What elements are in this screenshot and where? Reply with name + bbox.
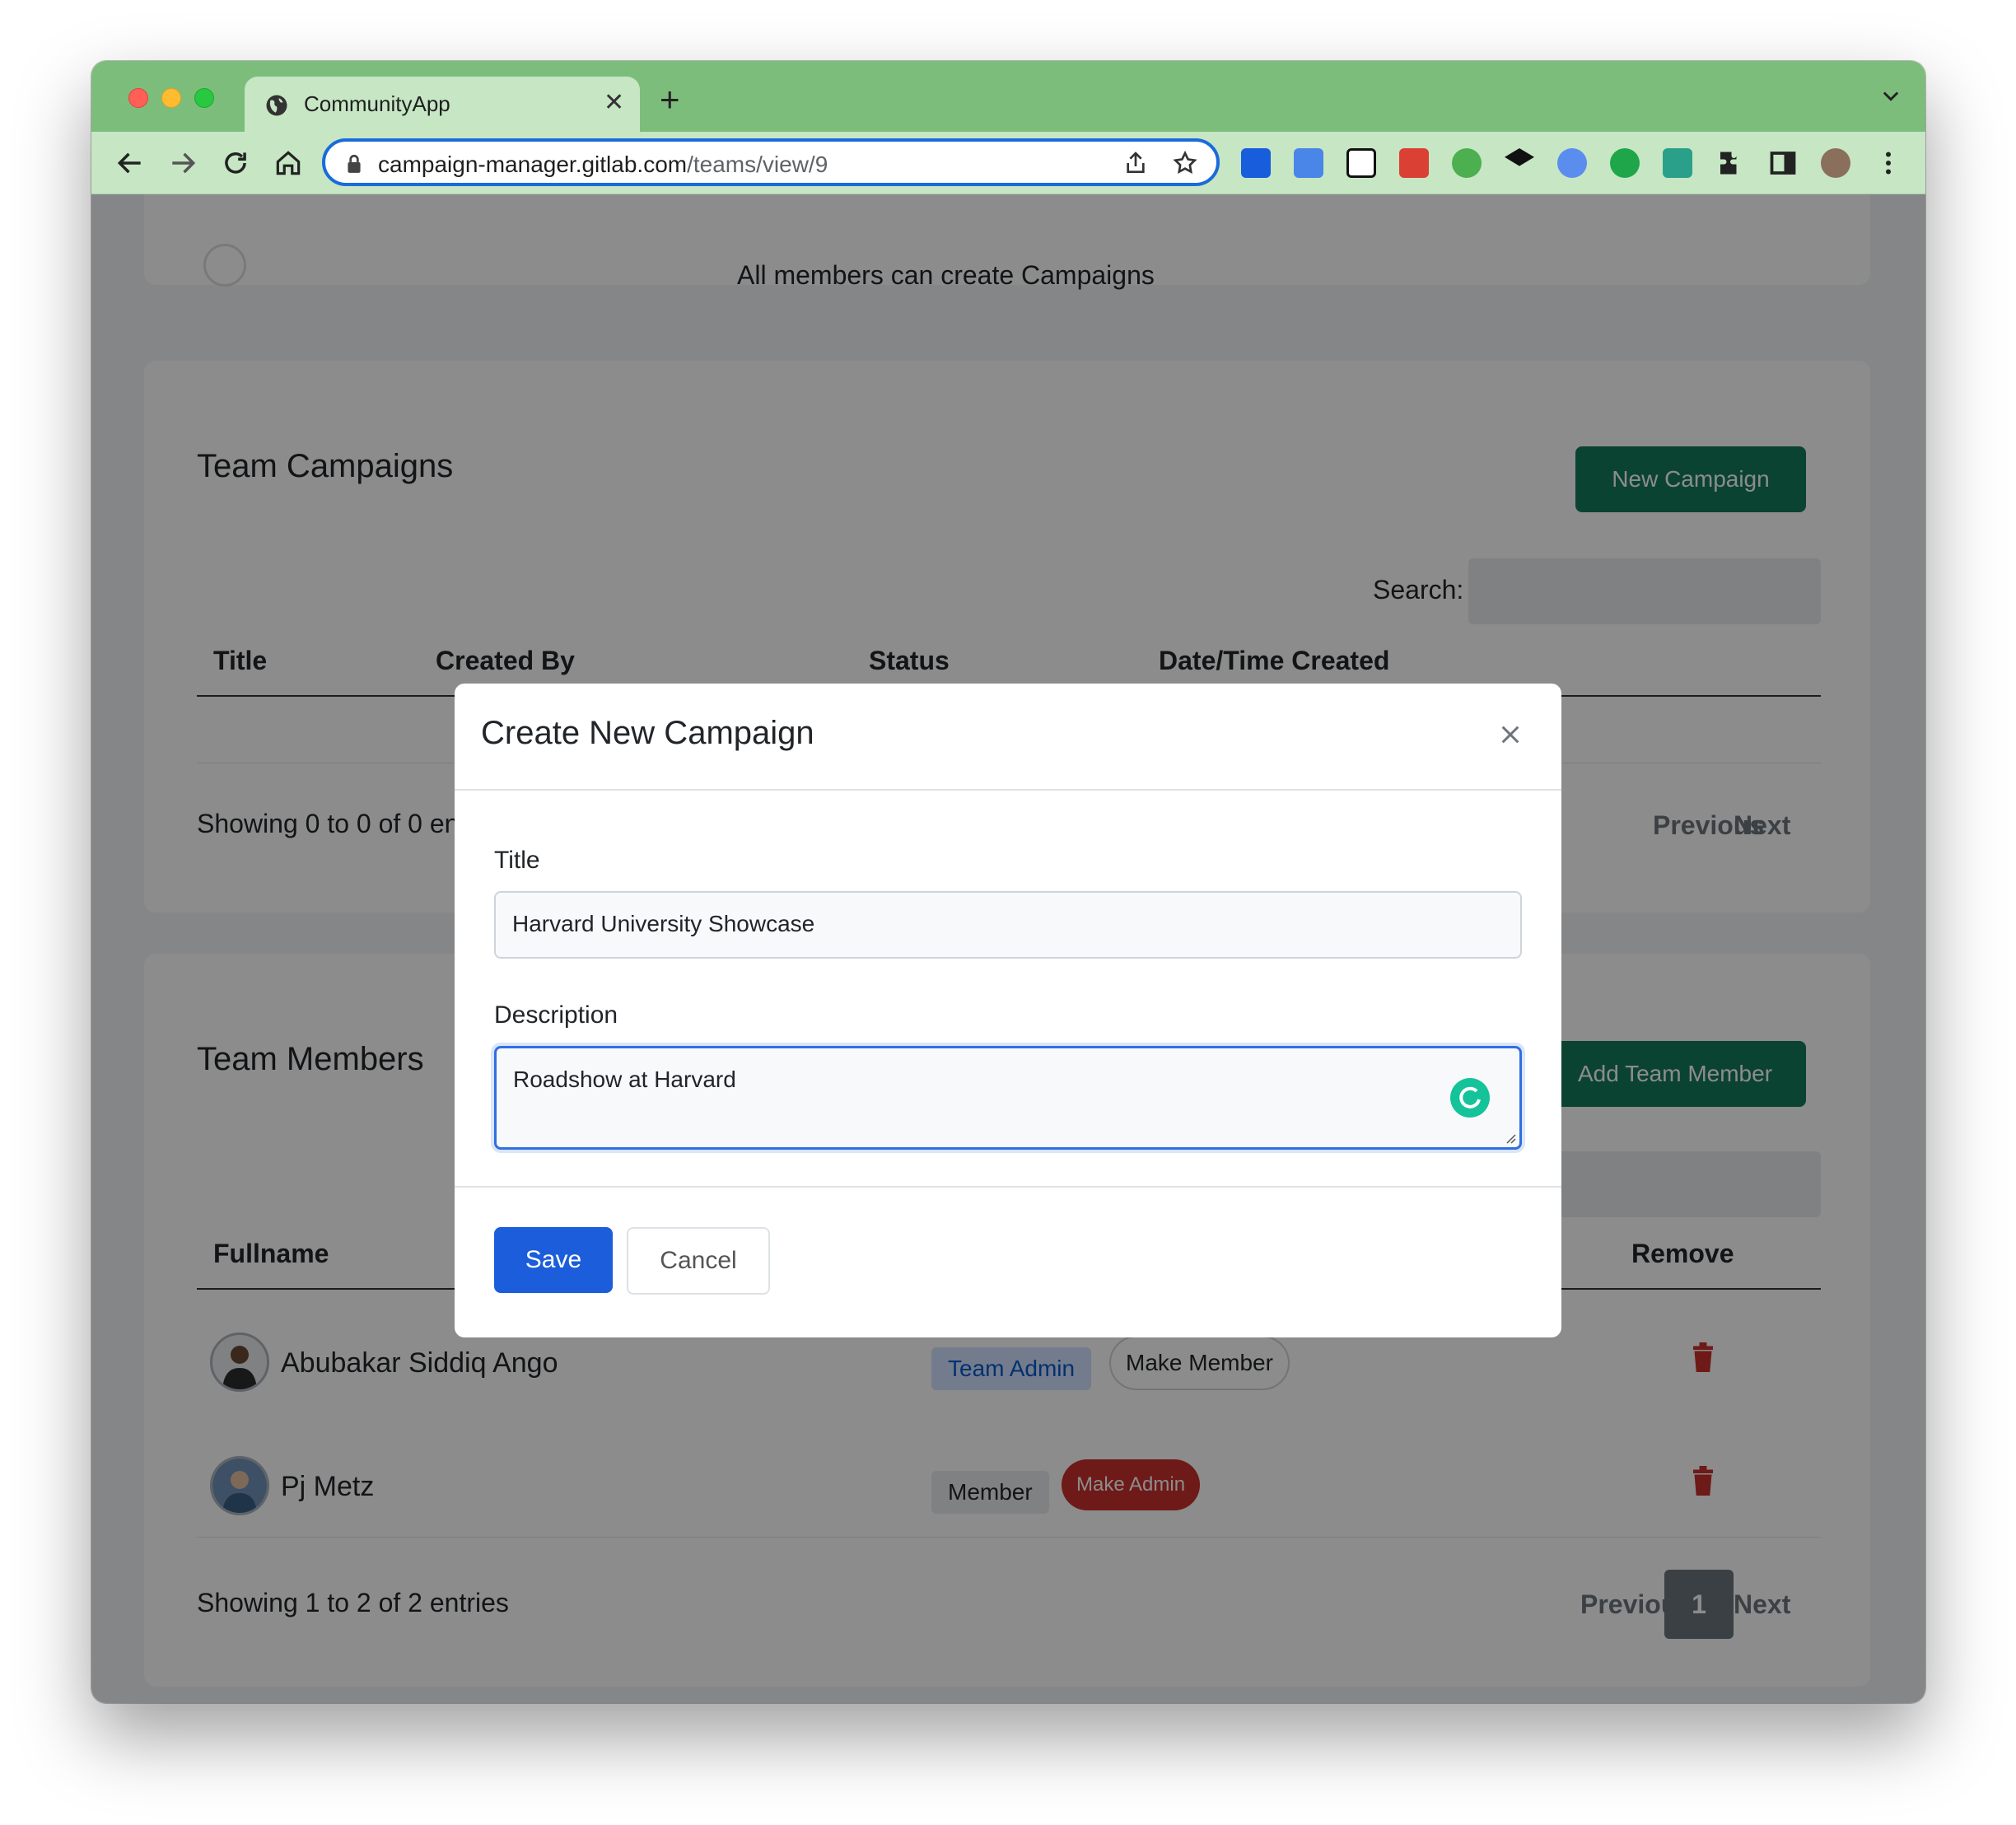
bookmark-star-icon[interactable] bbox=[1172, 150, 1198, 176]
translate-icon[interactable] bbox=[1294, 148, 1323, 178]
resize-handle-icon[interactable] bbox=[1503, 1131, 1516, 1144]
description-textarea[interactable]: Roadshow at Harvard bbox=[494, 1046, 1522, 1150]
page-content: All members can create Campaigns Team Ca… bbox=[91, 194, 1925, 1703]
forward-icon[interactable] bbox=[167, 147, 198, 179]
address-bar[interactable]: campaign-manager.gitlab.com/teams/view/9 bbox=[322, 138, 1220, 186]
profile-avatar[interactable] bbox=[1821, 148, 1850, 178]
browser-toolbar: campaign-manager.gitlab.com/teams/view/9 bbox=[91, 132, 1925, 194]
url-text[interactable]: campaign-manager.gitlab.com/teams/view/9 bbox=[378, 152, 828, 178]
buffer-icon[interactable] bbox=[1505, 148, 1534, 166]
s-extension-icon[interactable] bbox=[1610, 148, 1640, 178]
tab-title: CommunityApp bbox=[304, 91, 450, 116]
password-extension-icon[interactable] bbox=[1557, 148, 1587, 178]
title-label: Title bbox=[494, 847, 540, 874]
modal-footer-divider bbox=[455, 1186, 1561, 1188]
kebab-menu-icon[interactable] bbox=[1874, 148, 1903, 178]
reload-icon[interactable] bbox=[220, 147, 251, 179]
create-campaign-modal: Create New Campaign Title Harvard Univer… bbox=[455, 684, 1561, 1337]
lock-icon bbox=[348, 154, 361, 173]
description-label: Description bbox=[494, 1001, 618, 1029]
new-tab-icon[interactable]: + bbox=[660, 82, 680, 117]
globe-icon bbox=[266, 95, 287, 116]
title-input[interactable]: Harvard University Showcase bbox=[494, 891, 1522, 959]
tag-extension-icon[interactable] bbox=[1663, 148, 1692, 178]
chevron-down-icon[interactable] bbox=[1879, 84, 1902, 107]
bitwarden-icon[interactable] bbox=[1241, 148, 1271, 178]
tab-strip: CommunityApp ✕ + bbox=[91, 61, 1925, 132]
todoist-icon[interactable] bbox=[1399, 148, 1429, 178]
minimize-window-button[interactable] bbox=[161, 88, 181, 108]
description-text: Roadshow at Harvard bbox=[513, 1067, 736, 1092]
share-icon[interactable] bbox=[1122, 150, 1149, 176]
notion-icon[interactable] bbox=[1346, 148, 1376, 178]
maximize-window-button[interactable] bbox=[194, 88, 214, 108]
modal-title: Create New Campaign bbox=[481, 715, 814, 751]
browser-window: CommunityApp ✕ + campaign-manager.gitlab… bbox=[91, 61, 1925, 1703]
puzzle-extensions-icon[interactable] bbox=[1715, 148, 1745, 178]
tab-close-icon[interactable]: ✕ bbox=[604, 88, 624, 117]
home-icon[interactable] bbox=[273, 147, 304, 179]
grammarly-icon[interactable] bbox=[1450, 1078, 1490, 1118]
shield-extension-icon[interactable] bbox=[1452, 148, 1482, 178]
browser-tab[interactable]: CommunityApp ✕ bbox=[245, 77, 640, 132]
back-icon[interactable] bbox=[114, 147, 146, 179]
close-window-button[interactable] bbox=[128, 88, 148, 108]
modal-header: Create New Campaign bbox=[455, 684, 1561, 791]
cancel-button[interactable]: Cancel bbox=[627, 1227, 770, 1295]
save-button[interactable]: Save bbox=[494, 1227, 613, 1293]
close-icon[interactable] bbox=[1499, 723, 1522, 746]
side-panel-icon[interactable] bbox=[1768, 148, 1798, 178]
